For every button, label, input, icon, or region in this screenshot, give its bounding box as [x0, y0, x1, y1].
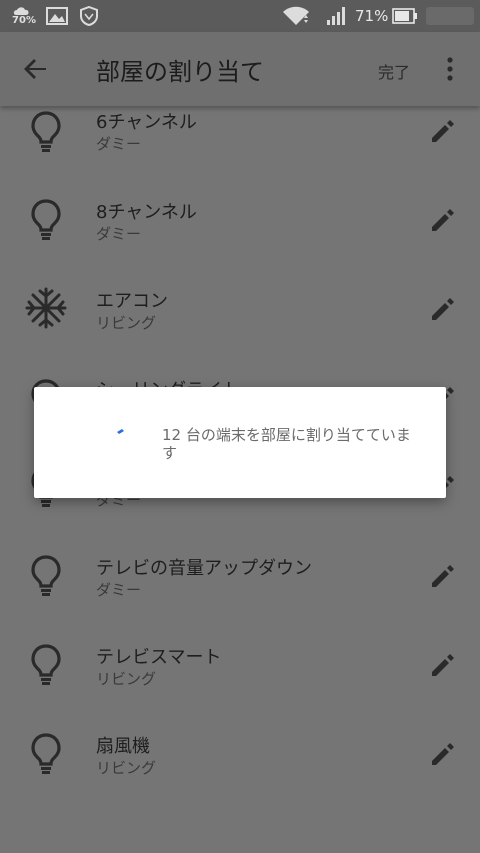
signal-icon — [326, 0, 348, 32]
battery-percent: 71% — [355, 7, 389, 25]
device-room: リビング — [96, 759, 157, 777]
done-button[interactable]: 完了 — [378, 59, 410, 83]
device-row[interactable]: テレビの音量アップダウン ダミー — [0, 551, 480, 640]
device-room: ダミー — [96, 225, 142, 243]
bulb-icon — [31, 644, 61, 686]
device-name: テレビの音量アップダウン — [96, 558, 312, 579]
progress-message: 12 台の端末を部屋に割り当てています — [162, 426, 411, 462]
image-icon — [46, 0, 68, 32]
edit-pencil-icon[interactable] — [428, 650, 458, 680]
device-row[interactable]: 扇風機 リビング — [0, 729, 480, 818]
weather-icon: 70% — [12, 0, 36, 32]
device-room: ダミー — [96, 581, 142, 599]
device-name: エアコン — [96, 291, 168, 312]
bulb-icon — [31, 733, 61, 775]
device-room: リビング — [96, 670, 157, 688]
device-row[interactable]: 8チャンネル ダミー — [0, 195, 480, 284]
page-title: 部屋の割り当て — [96, 58, 264, 86]
device-row[interactable]: テレビスマート リビング — [0, 640, 480, 729]
progress-dialog: 12 台の端末を部屋に割り当てています — [34, 387, 446, 498]
weather-percent: 70% — [12, 15, 36, 26]
status-bar: 70% 71% — [0, 0, 480, 32]
device-row[interactable]: 6チャンネル ダミー — [0, 106, 480, 195]
edit-pencil-icon[interactable] — [428, 205, 458, 235]
bulb-icon — [31, 111, 61, 153]
device-name: 8チャンネル — [96, 202, 197, 223]
device-name: 6チャンネル — [96, 112, 197, 133]
edit-pencil-icon[interactable] — [428, 116, 458, 146]
device-room: リビング — [96, 314, 157, 332]
loading-spinner-icon — [117, 429, 124, 434]
device-name: 扇風機 — [96, 736, 150, 757]
edit-pencil-icon[interactable] — [428, 739, 458, 769]
device-room: ダミー — [96, 135, 142, 153]
bulb-icon — [31, 555, 61, 597]
device-name: テレビスマート — [96, 647, 222, 668]
shield-icon — [80, 0, 98, 32]
clock-blurred — [426, 0, 474, 32]
snowflake-icon — [25, 287, 67, 329]
more-options-icon[interactable] — [440, 55, 460, 83]
edit-pencil-icon[interactable] — [428, 294, 458, 324]
back-arrow-icon[interactable] — [20, 53, 52, 85]
bulb-icon — [31, 199, 61, 241]
app-bar: 部屋の割り当て 完了 — [0, 32, 480, 106]
battery-icon — [392, 0, 418, 32]
wifi-icon — [282, 0, 310, 32]
edit-pencil-icon[interactable] — [428, 561, 458, 591]
device-row[interactable]: エアコン リビング — [0, 284, 480, 373]
